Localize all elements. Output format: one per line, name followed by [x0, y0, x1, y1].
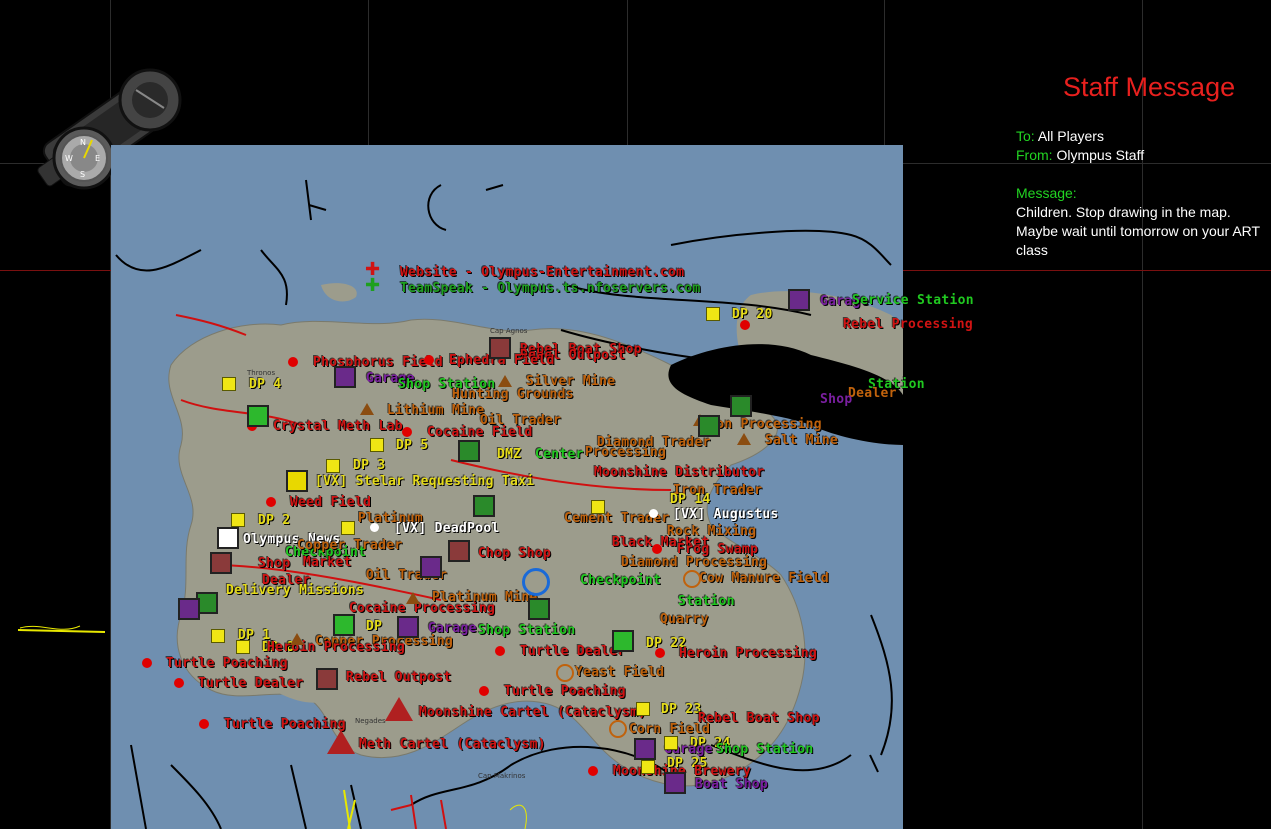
map-doodles	[17, 625, 879, 829]
staff-from-row: From: Olympus Staff	[1016, 147, 1144, 163]
staff-to-value: All Players	[1037, 128, 1104, 144]
staff-message-label: Message:	[1016, 185, 1077, 201]
staff-from-label: From:	[1016, 147, 1053, 163]
staff-message-title: Staff Message	[1063, 72, 1236, 102]
staff-message-body: Children. Stop drawing in the map. Maybe…	[1016, 204, 1260, 258]
staff-to-row: To: All Players	[1016, 128, 1104, 144]
staff-from-value: Olympus Staff	[1056, 147, 1145, 163]
staff-to-label: To:	[1016, 128, 1035, 144]
